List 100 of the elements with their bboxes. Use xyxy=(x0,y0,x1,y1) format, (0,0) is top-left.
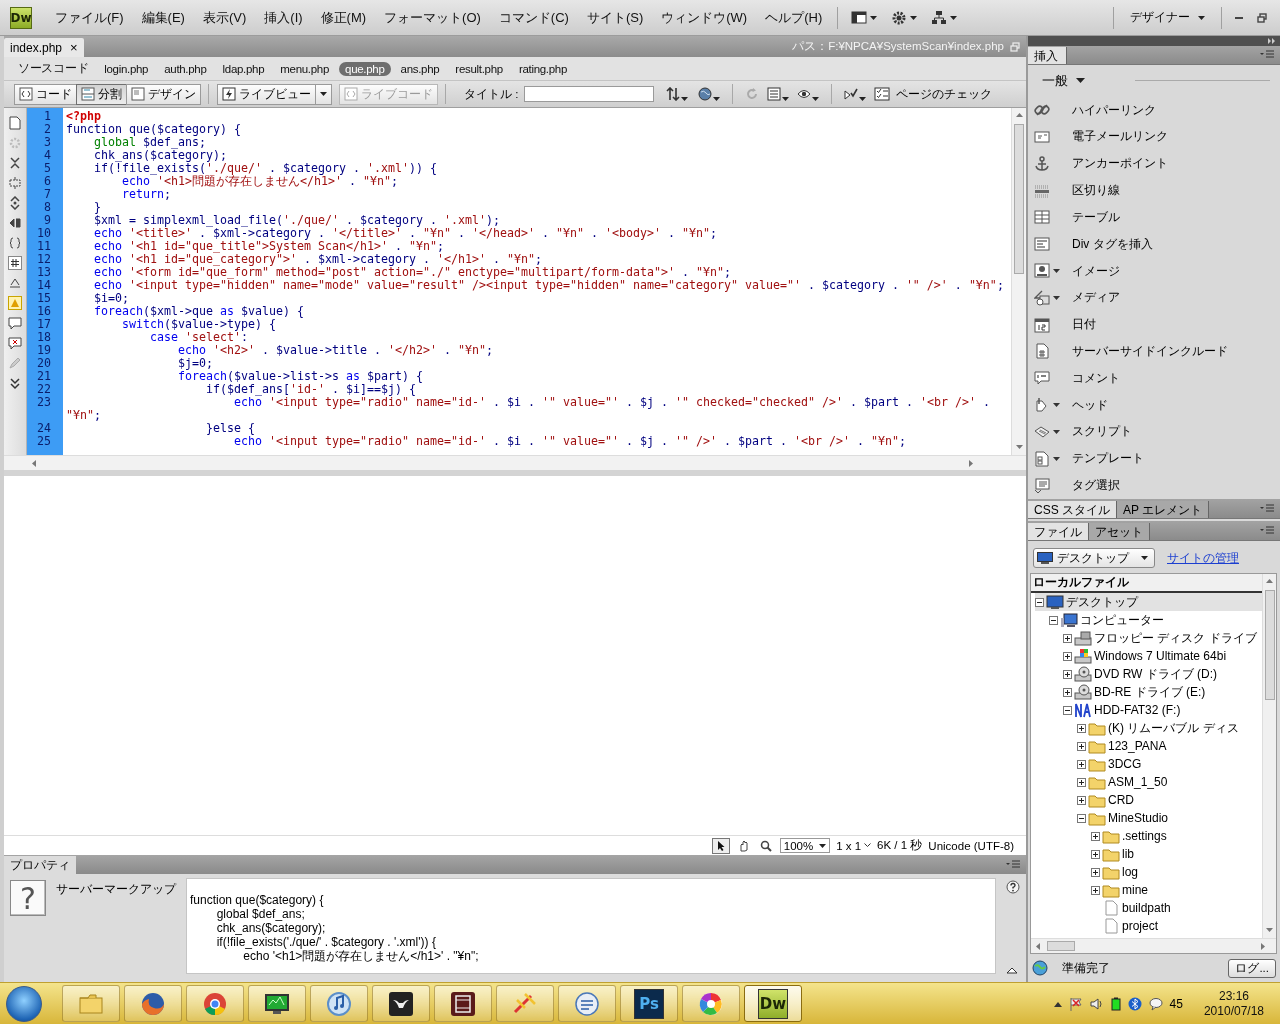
tree-item[interactable]: 123_PANA xyxy=(1077,737,1262,755)
tree-item[interactable]: コンピューター xyxy=(1049,611,1262,629)
menu-item[interactable]: サイト(S) xyxy=(577,5,653,30)
taskbar-app[interactable] xyxy=(248,985,306,1022)
line-numbers-icon[interactable] xyxy=(8,256,22,270)
expand-toggle-icon[interactable] xyxy=(1077,759,1086,769)
related-file[interactable]: ソースコード xyxy=(12,60,95,77)
taskbar-app[interactable] xyxy=(434,985,492,1022)
title-field[interactable] xyxy=(524,86,655,102)
scroll-up-icon[interactable] xyxy=(1014,111,1024,120)
related-file[interactable]: login.php xyxy=(98,61,155,76)
select-parent-icon[interactable] xyxy=(8,216,22,230)
menu-item[interactable]: 表示(V) xyxy=(193,5,256,30)
expand-toggle-icon[interactable] xyxy=(1049,615,1058,625)
insert-item[interactable]: サーバーサイドインクルード xyxy=(1028,338,1280,365)
panel-tab[interactable]: CSS スタイル xyxy=(1028,501,1117,518)
expand-toggle-icon[interactable] xyxy=(1063,669,1072,679)
zoom-dropdown[interactable]: 100% xyxy=(779,838,831,853)
tree-item[interactable]: (K) リムーバブル ディス xyxy=(1077,719,1262,737)
tree-item[interactable]: project xyxy=(1091,917,1262,935)
properties-tab[interactable]: プロパティ xyxy=(4,856,76,874)
menu-item[interactable]: 修正(M) xyxy=(311,5,376,30)
scroll-thumb[interactable] xyxy=(1264,590,1275,700)
menu-item[interactable]: ヘルプ(H) xyxy=(756,5,832,30)
insert-item[interactable]: イメージ xyxy=(1028,257,1280,285)
live-button[interactable]: ライブビュー xyxy=(217,83,316,105)
related-file[interactable]: result.php xyxy=(449,61,509,76)
menu-item[interactable]: コマンド(C) xyxy=(489,5,578,30)
insert-item[interactable]: ハイパーリンク xyxy=(1028,96,1280,124)
tree-item[interactable]: フロッピー ディスク ドライブ xyxy=(1063,629,1262,647)
insert-item[interactable]: 区切り線 xyxy=(1028,177,1280,204)
menu-item[interactable]: 挿入(I) xyxy=(255,5,312,30)
scroll-right-icon[interactable] xyxy=(967,458,976,468)
panel-tab[interactable]: ファイル xyxy=(1028,523,1089,540)
related-file[interactable]: ldap.php xyxy=(216,61,271,76)
comment-icon[interactable] xyxy=(8,316,22,330)
expand-toggle-icon[interactable] xyxy=(1035,597,1044,607)
expand-toggle-icon[interactable] xyxy=(1077,813,1086,823)
tree-item[interactable]: buildpath xyxy=(1091,899,1262,917)
expand-icon[interactable] xyxy=(8,196,22,210)
double-chevron-icon[interactable] xyxy=(8,376,22,390)
view-button[interactable]: コード xyxy=(14,83,77,105)
workspace-switcher[interactable]: デザイナー xyxy=(1120,6,1215,29)
close-tab-button[interactable]: × xyxy=(70,41,78,54)
taskbar-app[interactable]: Dw xyxy=(744,985,802,1022)
select-tool[interactable] xyxy=(711,837,730,854)
show-hidden-icon[interactable] xyxy=(1053,1000,1062,1007)
menu-item[interactable]: ファイル(F) xyxy=(46,5,133,30)
insert-item[interactable]: 日付 xyxy=(1028,311,1280,339)
related-file[interactable]: que.php xyxy=(339,61,391,76)
tree-item[interactable]: mine xyxy=(1091,881,1262,899)
document-tab[interactable]: index.php × xyxy=(4,38,84,57)
view-button[interactable]: デザイン xyxy=(126,83,201,105)
tree-item[interactable]: .settings xyxy=(1091,827,1262,845)
expand-toggle-icon[interactable] xyxy=(1091,885,1100,895)
tree-item[interactable]: CRD xyxy=(1077,791,1262,809)
menu-item[interactable]: 編集(E) xyxy=(132,5,194,30)
remove-comment-icon[interactable] xyxy=(8,336,22,350)
scroll-down-icon[interactable] xyxy=(1014,443,1024,452)
flag-icon[interactable] xyxy=(1068,996,1083,1011)
expand-toggle-icon[interactable] xyxy=(1063,651,1072,661)
scroll-right-icon[interactable] xyxy=(1259,941,1268,951)
tree-item[interactable]: HDD-FAT32 (F:) xyxy=(1063,701,1262,719)
insert-item[interactable]: タグ選択 xyxy=(1028,472,1280,500)
window-size-dropdown[interactable]: 1 x 1 xyxy=(836,839,872,852)
expand-toggle-icon[interactable] xyxy=(1077,741,1086,751)
braces-icon[interactable] xyxy=(8,236,22,250)
insert-item[interactable]: コメント xyxy=(1028,364,1280,392)
speaker-icon[interactable] xyxy=(1089,996,1104,1011)
tree-item[interactable]: log xyxy=(1091,863,1262,881)
menu-item[interactable]: ウィンドウ(W) xyxy=(652,5,757,30)
insert-item[interactable]: スクリプト xyxy=(1028,418,1280,446)
tree-item[interactable]: DVD RW ドライブ (D:) xyxy=(1063,665,1262,683)
start-button[interactable] xyxy=(6,985,42,1022)
tree-item[interactable]: Windows 7 Ultimate 64bi xyxy=(1063,647,1262,665)
tree-item[interactable]: BD-RE ドライブ (E:) xyxy=(1063,683,1262,701)
check-page-button[interactable]: ページのチェック xyxy=(870,84,997,104)
expand-toggle-icon[interactable] xyxy=(1091,831,1100,841)
category-dropdown[interactable]: 一般 xyxy=(1042,71,1085,90)
scroll-left-icon[interactable] xyxy=(30,458,39,468)
panel-tab[interactable]: AP エレメント xyxy=(1117,501,1210,518)
view-button[interactable]: 分割 xyxy=(76,83,127,105)
expand-toggle-icon[interactable] xyxy=(1091,849,1100,859)
scroll-thumb[interactable] xyxy=(1014,124,1024,274)
menu-item[interactable]: フォーマット(O) xyxy=(375,5,490,30)
tree-item[interactable]: デスクトップ xyxy=(1035,593,1262,611)
tree-item[interactable]: lib xyxy=(1091,845,1262,863)
tree-item[interactable]: MineStudio xyxy=(1077,809,1262,827)
tree-item[interactable]: ASM_1_50 xyxy=(1077,773,1262,791)
live-view-menu-button[interactable] xyxy=(315,83,332,105)
insert-item[interactable]: メディア xyxy=(1028,284,1280,312)
expand-toggle-icon[interactable] xyxy=(1077,795,1086,805)
expand-toggle-icon[interactable] xyxy=(1091,867,1100,877)
related-file[interactable]: rating.php xyxy=(512,61,574,76)
related-file[interactable]: ans.php xyxy=(394,61,446,76)
log-button[interactable]: ログ... xyxy=(1228,958,1276,978)
insert-item[interactable]: テーブル xyxy=(1028,203,1280,231)
tree-item[interactable]: 3DCG xyxy=(1077,755,1262,773)
taskbar-app[interactable]: Ps xyxy=(620,985,678,1022)
expand-toggle-icon[interactable] xyxy=(1077,723,1086,733)
